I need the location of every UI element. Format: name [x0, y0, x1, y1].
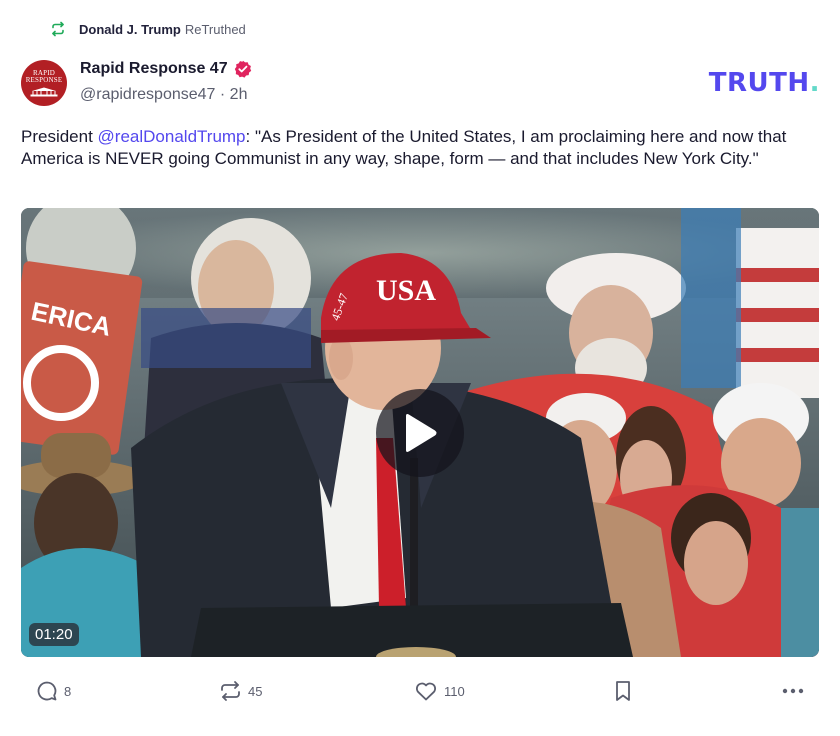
post-header: RAPID RESPONSE Rapid Response 47 @rapidr…	[21, 58, 820, 108]
post-time[interactable]: 2h	[230, 86, 248, 103]
play-button[interactable]	[376, 389, 464, 477]
video-player[interactable]: ERICA USA 45-47 01:20	[21, 208, 819, 657]
meta-separator: ·	[219, 86, 226, 103]
more-options-button[interactable]	[781, 680, 805, 702]
post-text: President @realDonaldTrump: "As Presiden…	[21, 126, 821, 170]
retruth-action-icon	[221, 681, 240, 701]
video-duration: 01:20	[29, 623, 79, 646]
avatar-text-2: RESPONSE	[25, 75, 63, 84]
play-icon	[406, 414, 437, 452]
mention-link[interactable]: @realDonaldTrump	[98, 127, 246, 146]
author-handle[interactable]: @rapidresponse47	[80, 86, 215, 103]
truth-logo-text: TRUTH	[708, 68, 810, 98]
action-bar: 8 45 110	[21, 676, 820, 708]
retruth-count: 45	[248, 683, 263, 699]
author-meta: @rapidresponse47 · 2h	[80, 86, 247, 104]
retruth-label: ReTruthed	[184, 21, 246, 37]
truth-logo-dot: .	[809, 68, 820, 98]
bookmark-button[interactable]	[614, 680, 632, 702]
truth-logo[interactable]: TRUTH.	[709, 68, 820, 98]
retruth-icon	[50, 21, 66, 37]
author-name-text: Rapid Response 47	[80, 60, 228, 77]
author-name[interactable]: Rapid Response 47	[80, 60, 252, 78]
more-icon	[782, 688, 804, 694]
retruth-user[interactable]: Donald J. Trump	[79, 22, 181, 37]
reply-button[interactable]: 8	[36, 680, 71, 702]
building-icon	[30, 87, 58, 96]
like-button[interactable]: 110	[414, 680, 465, 702]
hat-text: USA	[376, 274, 436, 307]
like-count: 110	[444, 683, 465, 699]
reply-icon	[37, 681, 57, 701]
bookmark-icon	[616, 681, 630, 701]
avatar[interactable]: RAPID RESPONSE	[21, 60, 67, 106]
reply-count: 8	[64, 683, 72, 699]
retruth-banner: Donald J. Trump ReTruthed	[50, 18, 246, 40]
retruth-button[interactable]: 45	[219, 680, 262, 702]
verified-badge-icon	[234, 60, 252, 78]
post-prefix: President	[21, 127, 98, 146]
like-icon	[415, 682, 437, 701]
